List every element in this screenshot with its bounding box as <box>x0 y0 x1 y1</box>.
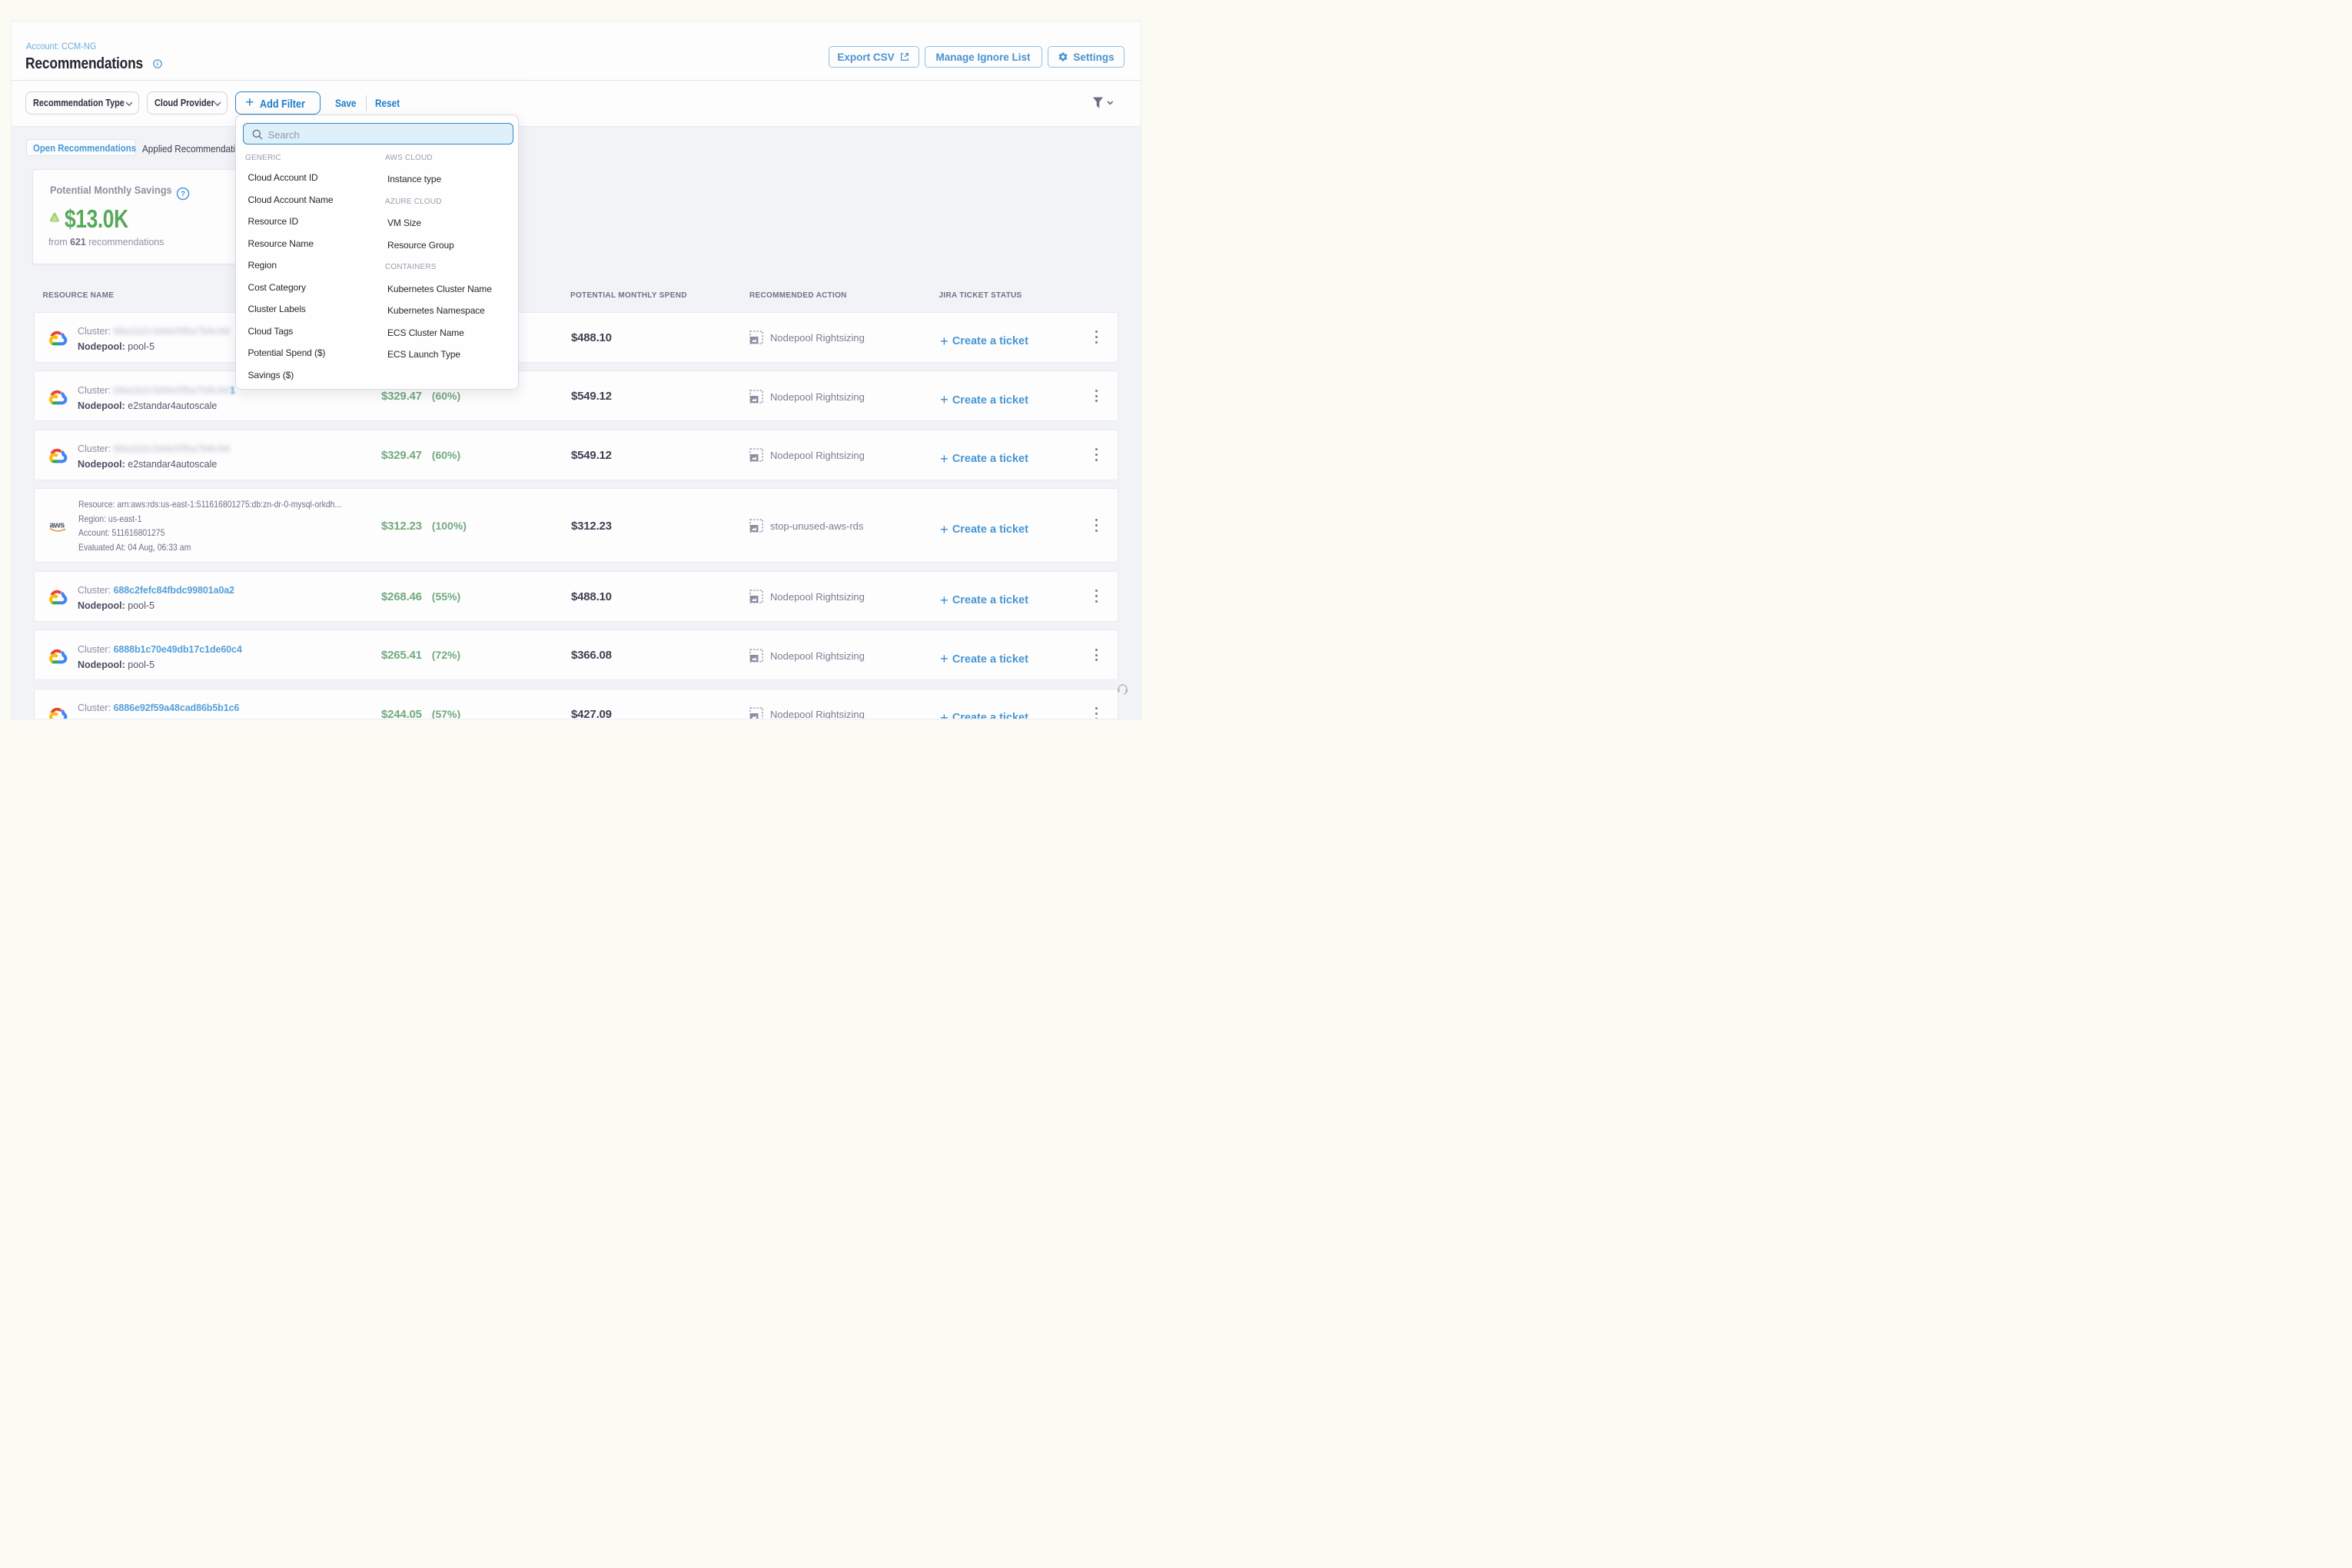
svg-text:aws: aws <box>50 521 65 530</box>
svg-text:?: ? <box>181 191 185 199</box>
